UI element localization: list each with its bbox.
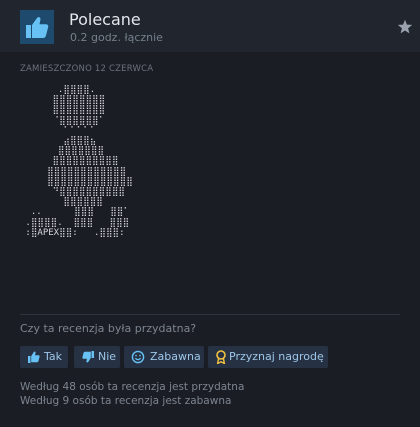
thumbs-up-icon — [28, 351, 40, 363]
playtime-hours: 0.2 godz. łącznie — [70, 31, 163, 44]
funny-count-line: Według 9 osób ta recenzja jest zabawna — [20, 395, 232, 407]
vote-funny-label: Zabawna — [150, 350, 201, 363]
give-award-label: Przyznaj nagrodę — [229, 350, 324, 363]
helpful-count-line: Według 48 osób ta recenzja jest przydatn… — [20, 381, 245, 393]
helpful-question: Czy ta recenzja była przydatna? — [20, 322, 197, 335]
review-ascii-art: .⣿⣿⣿⣿. ⣿⣿⣿⣿⣿⣿⣿⣿ ⣿⣿⣿⣿⣿⣿⣿⣿ ⠈⣿⣿⣿⣿⣿⣿⠁ ⠁⠁⠁⠁⠁ … — [25, 85, 133, 238]
vote-yes-label: Tak — [44, 350, 63, 363]
vote-no-button[interactable]: Nie — [74, 346, 120, 368]
give-award-button[interactable]: Przyznaj nagrodę — [208, 346, 328, 368]
thumbs-up-icon — [26, 17, 49, 38]
award-ribbon-icon — [216, 350, 226, 364]
smiley-icon — [131, 350, 145, 364]
vote-no-label: Nie — [98, 350, 117, 363]
vote-yes-button[interactable]: Tak — [20, 346, 68, 368]
vote-funny-button[interactable]: Zabawna — [124, 346, 204, 368]
review-panel: Polecane 0.2 godz. łącznie ZAMIESZCZONO … — [0, 0, 420, 427]
review-header: Polecane 0.2 godz. łącznie — [0, 0, 420, 52]
thumbs-down-icon — [82, 351, 94, 363]
recommended-thumb-box[interactable] — [20, 10, 54, 44]
posted-date: ZAMIESZCZONO 12 CZERWCA — [20, 64, 154, 74]
recommendation-title[interactable]: Polecane — [69, 10, 141, 30]
divider — [20, 314, 400, 315]
vote-stats: Według 48 osób ta recenzja jest przydatn… — [20, 380, 244, 408]
star-icon[interactable] — [397, 19, 413, 35]
